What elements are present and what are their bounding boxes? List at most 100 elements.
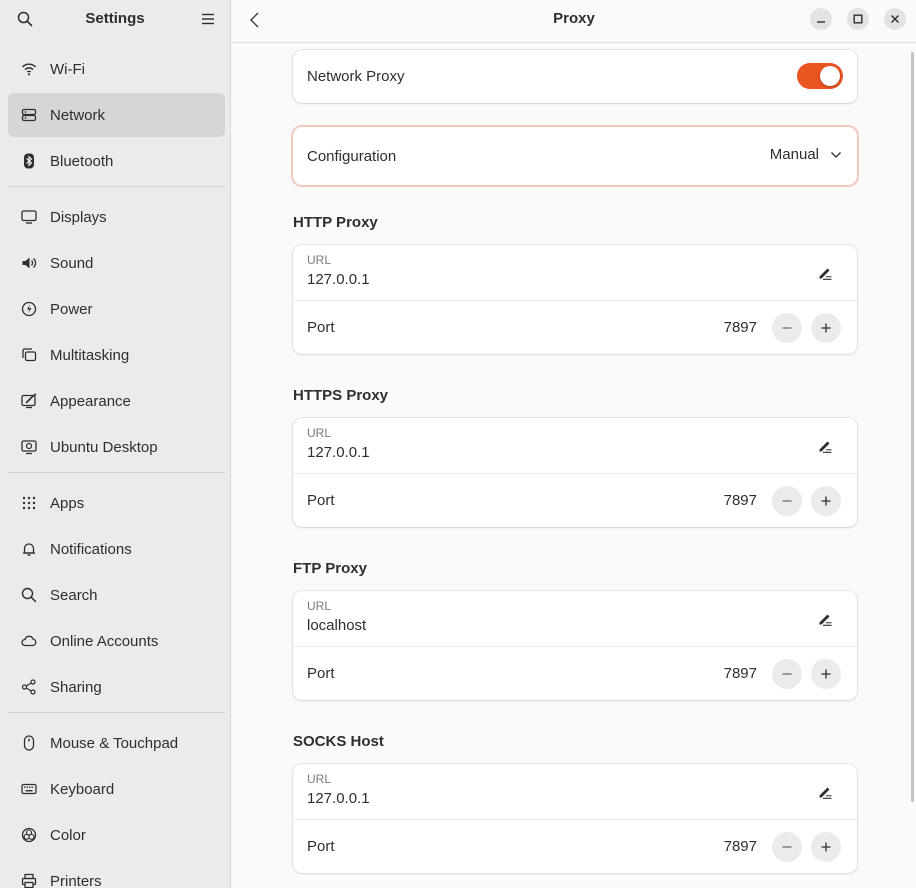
scrollbar[interactable] bbox=[911, 52, 914, 802]
sidebar-item-wifi[interactable]: Wi-Fi bbox=[8, 47, 225, 91]
multitasking-icon bbox=[21, 347, 37, 363]
port-increment-button[interactable] bbox=[811, 486, 841, 516]
ftp-proxy-card: URL localhost Port 7897 bbox=[293, 591, 857, 700]
ftp-port-value[interactable]: 7897 bbox=[724, 665, 757, 682]
configuration-label: Configuration bbox=[307, 147, 397, 165]
edit-pencil-icon[interactable] bbox=[817, 438, 833, 454]
url-caption: URL bbox=[307, 426, 332, 440]
cloud-icon bbox=[21, 633, 37, 649]
ftp-url-row[interactable]: URL localhost bbox=[293, 591, 857, 646]
port-increment-button[interactable] bbox=[811, 313, 841, 343]
http-url-value: 127.0.0.1 bbox=[307, 271, 370, 288]
https-url-value: 127.0.0.1 bbox=[307, 444, 370, 461]
sidebar-divider bbox=[8, 472, 225, 473]
socks-host-card: URL 127.0.0.1 Port 7897 bbox=[293, 764, 857, 873]
main-pane: Proxy Network Proxy Configuration Manual bbox=[232, 0, 916, 888]
ftp-port-row: Port 7897 bbox=[293, 646, 857, 700]
sidebar-title: Settings bbox=[85, 10, 145, 27]
configuration-value: Manual bbox=[769, 146, 819, 163]
sidebar-item-label: Appearance bbox=[50, 392, 131, 410]
http-port-value[interactable]: 7897 bbox=[724, 319, 757, 336]
mouse-icon bbox=[21, 735, 37, 751]
search-icon bbox=[21, 587, 37, 603]
sidebar-item-label: Ubuntu Desktop bbox=[50, 438, 158, 456]
url-caption: URL bbox=[307, 599, 332, 613]
minimize-button[interactable] bbox=[810, 8, 832, 30]
network-proxy-toggle[interactable] bbox=[797, 63, 843, 89]
port-decrement-button[interactable] bbox=[772, 313, 802, 343]
chevron-down-icon bbox=[831, 152, 841, 158]
sidebar-item-ubuntu-desktop[interactable]: Ubuntu Desktop bbox=[8, 425, 225, 469]
port-decrement-button[interactable] bbox=[772, 486, 802, 516]
socks-url-value: 127.0.0.1 bbox=[307, 790, 370, 807]
sidebar-item-displays[interactable]: Displays bbox=[8, 195, 225, 239]
hamburger-menu-icon[interactable] bbox=[201, 11, 215, 27]
https-proxy-heading: HTTPS Proxy bbox=[293, 387, 389, 404]
bell-icon bbox=[21, 541, 37, 557]
sidebar-item-online-accounts[interactable]: Online Accounts bbox=[8, 619, 225, 663]
port-decrement-button[interactable] bbox=[772, 659, 802, 689]
socks-port-value[interactable]: 7897 bbox=[724, 838, 757, 855]
port-increment-button[interactable] bbox=[811, 832, 841, 862]
share-icon bbox=[21, 679, 37, 695]
http-port-row: Port 7897 bbox=[293, 300, 857, 354]
toggle-knob bbox=[820, 66, 840, 86]
configuration-row[interactable]: Configuration Manual bbox=[293, 127, 857, 185]
speaker-icon bbox=[21, 255, 37, 271]
sidebar-item-notifications[interactable]: Notifications bbox=[8, 527, 225, 571]
sidebar-item-appearance[interactable]: Appearance bbox=[8, 379, 225, 423]
sidebar-item-keyboard[interactable]: Keyboard bbox=[8, 767, 225, 811]
appearance-icon bbox=[21, 393, 37, 409]
sidebar-item-label: Keyboard bbox=[50, 780, 115, 798]
minus-icon bbox=[782, 846, 792, 848]
printer-icon bbox=[21, 873, 37, 888]
sidebar-item-label: Online Accounts bbox=[50, 632, 159, 650]
port-decrement-button[interactable] bbox=[772, 832, 802, 862]
sidebar-item-sharing[interactable]: Sharing bbox=[8, 665, 225, 709]
maximize-button[interactable] bbox=[847, 8, 869, 30]
network-icon bbox=[21, 107, 37, 123]
sidebar-item-label: Power bbox=[50, 300, 93, 318]
plus-icon bbox=[821, 496, 831, 506]
minus-icon bbox=[782, 327, 792, 329]
sidebar-list: Wi-Fi Network Bluetooth Displays Sound P… bbox=[8, 47, 225, 888]
http-proxy-heading: HTTP Proxy bbox=[293, 214, 378, 231]
https-port-value[interactable]: 7897 bbox=[724, 492, 757, 509]
close-button[interactable] bbox=[884, 8, 906, 30]
sidebar-item-sound[interactable]: Sound bbox=[8, 241, 225, 285]
port-increment-button[interactable] bbox=[811, 659, 841, 689]
sidebar-item-label: Bluetooth bbox=[50, 152, 114, 170]
ftp-url-value: localhost bbox=[307, 617, 367, 634]
sidebar-item-label: Printers bbox=[50, 872, 102, 888]
sidebar-divider bbox=[8, 712, 225, 713]
minus-icon bbox=[782, 500, 792, 502]
sidebar-item-label: Search bbox=[50, 586, 98, 604]
sidebar-item-label: Wi-Fi bbox=[50, 60, 85, 78]
sidebar-item-apps[interactable]: Apps bbox=[8, 481, 225, 525]
minus-icon bbox=[782, 673, 792, 675]
socks-host-heading: SOCKS Host bbox=[293, 733, 384, 750]
sidebar-item-printers[interactable]: Printers bbox=[8, 859, 225, 888]
sidebar-item-search[interactable]: Search bbox=[8, 573, 225, 617]
apps-grid-icon bbox=[21, 495, 37, 511]
sidebar-item-network[interactable]: Network bbox=[8, 93, 225, 137]
sidebar-item-mouse-touchpad[interactable]: Mouse & Touchpad bbox=[8, 721, 225, 765]
plus-icon bbox=[821, 323, 831, 333]
https-url-row[interactable]: URL 127.0.0.1 bbox=[293, 418, 857, 473]
sidebar: Settings Wi-Fi Network Bluetooth Display… bbox=[0, 0, 231, 888]
network-proxy-row: Network Proxy bbox=[293, 50, 857, 103]
sidebar-item-multitasking[interactable]: Multitasking bbox=[8, 333, 225, 377]
sidebar-item-power[interactable]: Power bbox=[8, 287, 225, 331]
sidebar-item-label: Sharing bbox=[50, 678, 102, 696]
sidebar-item-bluetooth[interactable]: Bluetooth bbox=[8, 139, 225, 183]
sidebar-item-label: Sound bbox=[50, 254, 94, 272]
http-proxy-card: URL 127.0.0.1 Port 7897 bbox=[293, 245, 857, 354]
edit-pencil-icon[interactable] bbox=[817, 784, 833, 800]
http-url-row[interactable]: URL 127.0.0.1 bbox=[293, 245, 857, 300]
https-port-row: Port 7897 bbox=[293, 473, 857, 527]
socks-url-row[interactable]: URL 127.0.0.1 bbox=[293, 764, 857, 819]
edit-pencil-icon[interactable] bbox=[817, 265, 833, 281]
edit-pencil-icon[interactable] bbox=[817, 611, 833, 627]
sidebar-item-color[interactable]: Color bbox=[8, 813, 225, 857]
network-proxy-card: Network Proxy bbox=[293, 50, 857, 103]
